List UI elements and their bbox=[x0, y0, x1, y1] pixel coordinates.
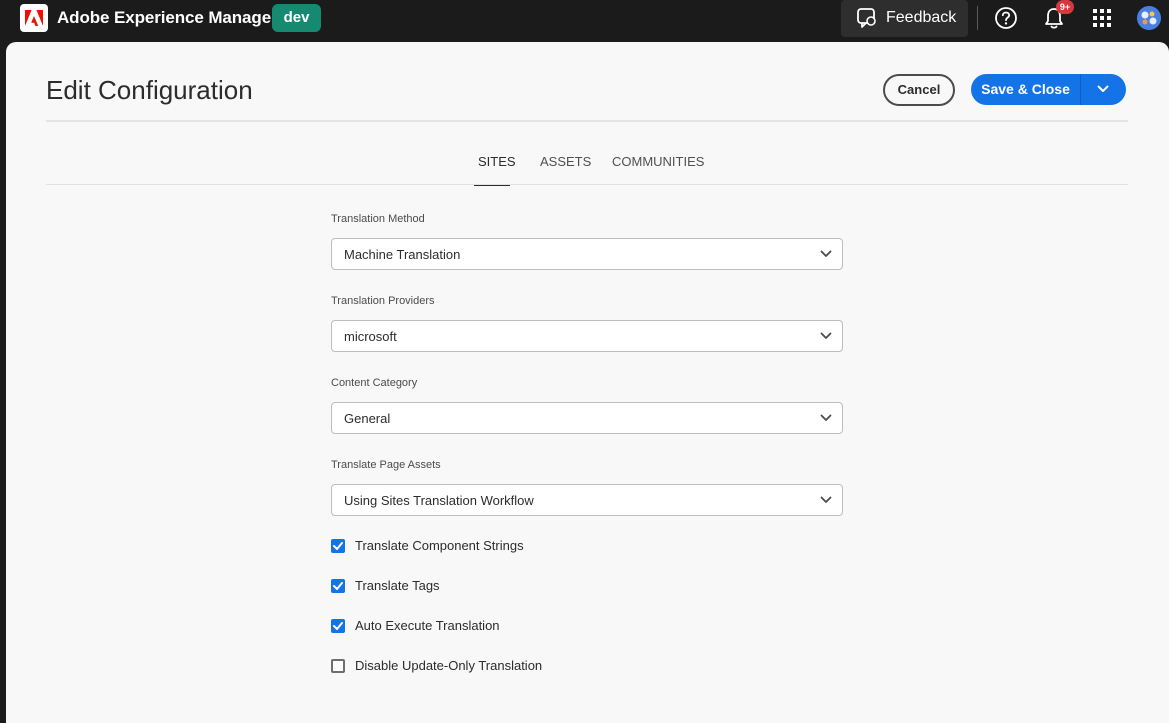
tab-list: SITES ASSETS COMMUNITIES bbox=[46, 146, 1128, 186]
content-category-value: General bbox=[344, 411, 391, 426]
save-and-close-button[interactable]: Save & Close bbox=[971, 74, 1080, 105]
translate-page-assets-value: Using Sites Translation Workflow bbox=[344, 493, 534, 508]
chevron-down-icon bbox=[1097, 85, 1109, 92]
content-category-select[interactable]: General bbox=[331, 402, 843, 434]
tab-assets[interactable]: ASSETS bbox=[540, 154, 591, 169]
page-title: Edit Configuration bbox=[46, 75, 253, 105]
adobe-logo-icon[interactable] bbox=[20, 4, 48, 32]
translation-method-select[interactable]: Machine Translation bbox=[331, 238, 843, 270]
cancel-button[interactable]: Cancel bbox=[883, 74, 955, 106]
save-options-dropdown-button[interactable] bbox=[1081, 74, 1126, 105]
topbar-divider bbox=[977, 6, 978, 30]
user-avatar[interactable] bbox=[1137, 6, 1161, 30]
header-divider bbox=[46, 120, 1128, 122]
chevron-down-icon bbox=[820, 332, 832, 339]
help-icon[interactable] bbox=[994, 6, 1018, 30]
tabs-divider bbox=[46, 184, 1128, 185]
chevron-down-icon bbox=[820, 414, 832, 421]
translation-method-label: Translation Method bbox=[331, 213, 425, 225]
chevron-down-icon bbox=[820, 250, 832, 257]
app-title[interactable]: Adobe Experience Manager bbox=[57, 8, 278, 28]
tab-sites[interactable]: SITES bbox=[478, 154, 516, 169]
content-category-label: Content Category bbox=[331, 377, 418, 389]
translation-providers-select[interactable]: microsoft bbox=[331, 320, 843, 352]
translation-providers-value: microsoft bbox=[344, 329, 397, 344]
checkbox-checked-icon bbox=[331, 539, 345, 553]
notification-count-badge: 9+ bbox=[1056, 0, 1074, 14]
translate-component-strings-label: Translate Component Strings bbox=[355, 538, 524, 553]
translation-method-value: Machine Translation bbox=[344, 247, 461, 262]
disable-update-only-translation-label: Disable Update-Only Translation bbox=[355, 658, 543, 673]
environment-badge: dev bbox=[272, 4, 321, 32]
translate-tags-label: Translate Tags bbox=[355, 578, 440, 593]
top-bar: Adobe Experience Manager dev Feedback 9+ bbox=[0, 0, 1169, 37]
feedback-button[interactable]: Feedback bbox=[841, 0, 968, 37]
feedback-label: Feedback bbox=[886, 9, 957, 26]
checkbox-checked-icon bbox=[331, 619, 345, 633]
edit-configuration-panel: Edit Configuration Cancel Save & Close S… bbox=[6, 42, 1169, 723]
translation-providers-label: Translation Providers bbox=[331, 295, 435, 307]
checkbox-unchecked-icon bbox=[331, 659, 345, 673]
tab-communities[interactable]: COMMUNITIES bbox=[612, 154, 704, 169]
auto-execute-translation-label: Auto Execute Translation bbox=[355, 618, 500, 633]
apps-grid-icon[interactable] bbox=[1092, 8, 1112, 28]
translate-page-assets-select[interactable]: Using Sites Translation Workflow bbox=[331, 484, 843, 516]
checkbox-checked-icon bbox=[331, 579, 345, 593]
translate-page-assets-label: Translate Page Assets bbox=[331, 459, 441, 471]
chevron-down-icon bbox=[820, 496, 832, 503]
feedback-icon bbox=[857, 8, 876, 28]
